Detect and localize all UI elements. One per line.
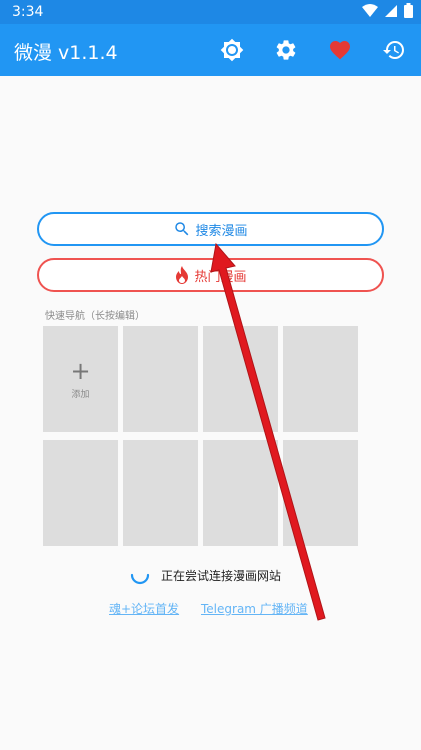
shortcut-tile[interactable]: [43, 440, 118, 546]
add-shortcut-tile[interactable]: + 添加: [43, 326, 118, 432]
shortcut-tile[interactable]: [283, 440, 358, 546]
history-icon: [383, 41, 404, 60]
app-bar: 微漫 v1.1.4: [0, 24, 421, 76]
shortcut-tile[interactable]: [123, 326, 198, 432]
battery-icon: [404, 3, 413, 18]
history-button[interactable]: [367, 24, 421, 76]
app-actions: [205, 24, 421, 76]
quick-nav-grid: + 添加: [43, 326, 359, 546]
loading-status: 正在尝试连接漫画网站: [130, 565, 281, 585]
search-comics-button[interactable]: 搜索漫画: [37, 212, 384, 246]
forum-link[interactable]: 魂+论坛首发: [109, 600, 179, 617]
gear-icon: [276, 40, 296, 60]
wifi-icon: [362, 3, 378, 17]
add-shortcut-label: 添加: [71, 389, 90, 400]
status-bar: 3:34: [0, 0, 421, 24]
signal-icon: [385, 4, 397, 17]
app-title: 微漫 v1.1.4: [14, 42, 118, 64]
plus-icon: +: [70, 356, 91, 385]
loading-text: 正在尝试连接漫画网站: [161, 568, 282, 583]
status-icons: [362, 3, 413, 18]
hot-comics-label: 热门漫画: [194, 269, 247, 285]
shortcut-tile[interactable]: [203, 440, 278, 546]
theme-toggle-button[interactable]: [205, 24, 259, 76]
loading-spinner-icon: [130, 573, 150, 585]
shortcut-tile[interactable]: [203, 326, 278, 432]
settings-button[interactable]: [259, 24, 313, 76]
status-time: 3:34: [12, 4, 44, 20]
telegram-link[interactable]: Telegram 广播频道: [201, 600, 308, 617]
heart-icon: [330, 41, 350, 60]
brightness-icon: [220, 38, 244, 62]
fire-icon: [174, 266, 190, 284]
quick-nav-caption: 快速导航（长按编辑）: [45, 311, 145, 322]
shortcut-tile[interactable]: [283, 326, 358, 432]
search-comics-label: 搜索漫画: [195, 223, 248, 239]
search-icon: [173, 220, 191, 238]
favorites-button[interactable]: [313, 24, 367, 76]
shortcut-tile[interactable]: [123, 440, 198, 546]
hot-comics-button[interactable]: 热门漫画: [37, 258, 384, 292]
